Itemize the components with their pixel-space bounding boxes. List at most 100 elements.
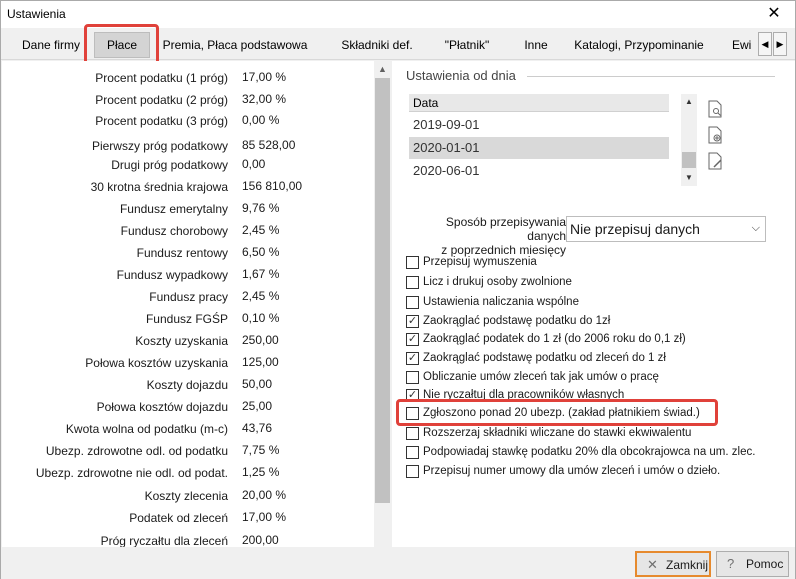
help-button[interactable]: ? Pomoc [716,551,789,577]
dates-list[interactable]: Data 2019-09-01 2020-01-01 2020-06-01 [409,94,669,186]
checkbox-box[interactable] [406,371,419,384]
param-row[interactable]: Ubezp. zdrowotne nie odl. od podat. 1,25 … [2,462,374,484]
param-label: Fundusz pracy [149,290,228,304]
param-row[interactable]: Fundusz rentowy 6,50 % [2,242,374,264]
param-row[interactable]: Procent podatku (1 próg) 17,00 % [2,67,374,89]
dialog-footer: ✕ Zamknij ? Pomoc [1,548,795,579]
tab-dane-firmy[interactable]: Dane firmy [15,34,87,56]
param-row[interactable]: 30 krotna średnia krajowa 156 810,00 [2,176,374,198]
checkmark-icon[interactable]: ✓ [406,389,419,402]
param-value: 1,25 % [242,465,280,479]
checkbox-label: Obliczanie umów zleceń tak jak umów o pr… [423,371,659,383]
param-label: Fundusz emerytalny [119,202,228,216]
checkbox-box[interactable] [406,407,419,420]
param-label: Pierwszy próg podatkowy [91,139,228,153]
param-row[interactable]: Połowa kosztów uzyskania 125,00 [2,352,374,374]
close-button-label: Zamknij [666,558,709,572]
copy-mode-select[interactable]: Nie przepisuj danych ⌵ [566,216,766,242]
document-search-icon[interactable] [708,100,722,118]
tab-inne[interactable]: Inne [516,34,556,56]
section-divider [527,76,775,77]
scroll-up-arrow-icon[interactable]: ▲ [374,61,391,77]
date-row-selected[interactable]: 2020-01-01 [409,137,669,159]
param-value: 25,00 [242,399,273,413]
param-label: Koszty uzyskania [135,334,228,348]
param-label: Procent podatku (3 próg) [95,114,228,128]
param-value: 1,67 % [242,267,280,281]
param-row[interactable]: Koszty uzyskania 250,00 [2,330,374,352]
tab-place[interactable]: Płace [94,32,150,58]
checkbox-box[interactable] [406,276,419,289]
checkbox-box[interactable] [406,427,419,440]
param-row[interactable]: Koszty dojazdu 50,00 [2,374,374,396]
param-row[interactable]: Ubezp. zdrowotne odl. od podatku 7,75 % [2,440,374,462]
checkbox-label: Rozszerzaj składniki wliczane do stawki … [423,427,692,439]
param-value: 17,00 % [242,70,287,84]
param-row[interactable]: Procent podatku (2 próg) 32,00 % [2,89,374,111]
param-label: Procent podatku (2 próg) [95,93,228,107]
checkbox-box[interactable] [406,465,419,478]
parameters-list: Procent podatku (1 próg) 17,00 % Procent … [2,61,374,547]
param-value: 250,00 [242,333,279,347]
checkbox-box[interactable] [406,446,419,459]
tab-scroll-left-icon[interactable]: ◀ [758,32,772,56]
scrollbar-thumb[interactable] [375,78,390,503]
scroll-up-arrow-icon[interactable]: ▲ [681,94,697,110]
checkbox-box[interactable] [406,296,419,309]
param-row[interactable]: Fundusz wypadkowy 1,67 % [2,264,374,286]
title-bar: Ustawienia ✕ [1,1,795,28]
checkmark-icon[interactable]: ✓ [406,333,419,346]
document-edit-icon[interactable] [708,152,722,170]
checkmark-icon[interactable]: ✓ [406,315,419,328]
checkbox-box[interactable] [406,256,419,269]
param-row[interactable]: Fundusz pracy 2,45 % [2,286,374,308]
param-label: Procent podatku (1 próg) [95,71,228,85]
tab-bar: Dane firmy Płace Premia, Płaca podstawow… [1,28,795,60]
date-row[interactable]: 2020-06-01 [409,160,669,182]
param-value: 50,00 [242,377,273,391]
tab-platnik[interactable]: "Płatnik" [437,34,497,56]
param-label: Kwota wolna od podatku (m-c) [65,422,228,436]
param-value: 2,45 % [242,289,280,303]
scrollbar-thumb[interactable] [682,152,696,168]
param-row[interactable]: Połowa kosztów dojazdu 25,00 [2,396,374,418]
param-row[interactable]: Procent podatku (3 próg) 0,00 % [2,110,374,132]
param-row[interactable]: Drugi próg podatkowy 0,00 [2,154,374,176]
checkmark-icon[interactable]: ✓ [406,352,419,365]
close-button[interactable]: ✕ Zamknij [635,551,711,577]
date-row[interactable]: 2019-09-01 [409,114,669,136]
copy-mode-label-line1: Sposób przepisywania danych [445,215,566,243]
param-label: Fundusz rentowy [136,246,228,260]
param-value: 0,00 [242,157,266,171]
param-label: Fundusz FGŚP [145,312,228,326]
dates-column-header[interactable]: Data [409,94,669,112]
parameters-scrollbar[interactable]: ▲ [374,61,391,547]
settings-window: Ustawienia ✕ Dane firmy Płace Premia, Pł… [0,0,796,579]
tab-premia[interactable]: Premia, Płaca podstawowa [159,34,311,56]
param-row[interactable]: Koszty zlecenia 20,00 % [2,485,374,507]
settings-panel: Ustawienia od dnia Data 2019-09-01 2020-… [392,61,795,547]
close-window-icon[interactable]: ✕ [757,1,791,27]
param-value: 125,00 [242,355,279,369]
param-row[interactable]: Fundusz FGŚP 0,10 % [2,308,374,330]
param-label: Drugi próg podatkowy [111,158,228,172]
tab-katalogi[interactable]: Katalogi, Przypominanie [569,34,709,56]
checkbox-label: Podpowiadaj stawkę podatku 20% dla obcok… [423,446,756,458]
checkbox-label: Ustawienia naliczania wspólne [423,296,579,308]
param-value: 0,00 % [242,113,280,127]
tab-scroll-right-icon[interactable]: ▶ [773,32,787,56]
param-row[interactable]: Próg ryczałtu dla zleceń 200,00 [2,530,374,547]
param-row[interactable]: Kwota wolna od podatku (m-c) 43,76 [2,418,374,440]
tab-skladniki-def[interactable]: Składniki def. [333,34,421,56]
param-row[interactable]: Fundusz emerytalny 9,76 % [2,198,374,220]
checkbox-label: Nie ryczałtuj dla pracowników własnych [423,389,625,401]
param-value: 43,76 [242,421,273,435]
param-row[interactable]: Fundusz chorobowy 2,45 % [2,220,374,242]
document-add-icon[interactable] [708,126,722,144]
checkbox-label: Licz i drukuj osoby zwolnione [423,276,572,288]
dates-scrollbar[interactable]: ▲ ▼ [681,94,697,186]
tab-ewidencja[interactable]: Ewi [732,34,758,56]
param-row[interactable]: Podatek od zleceń 17,00 % [2,507,374,529]
scroll-down-arrow-icon[interactable]: ▼ [681,170,697,186]
param-value: 0,10 % [242,311,280,325]
